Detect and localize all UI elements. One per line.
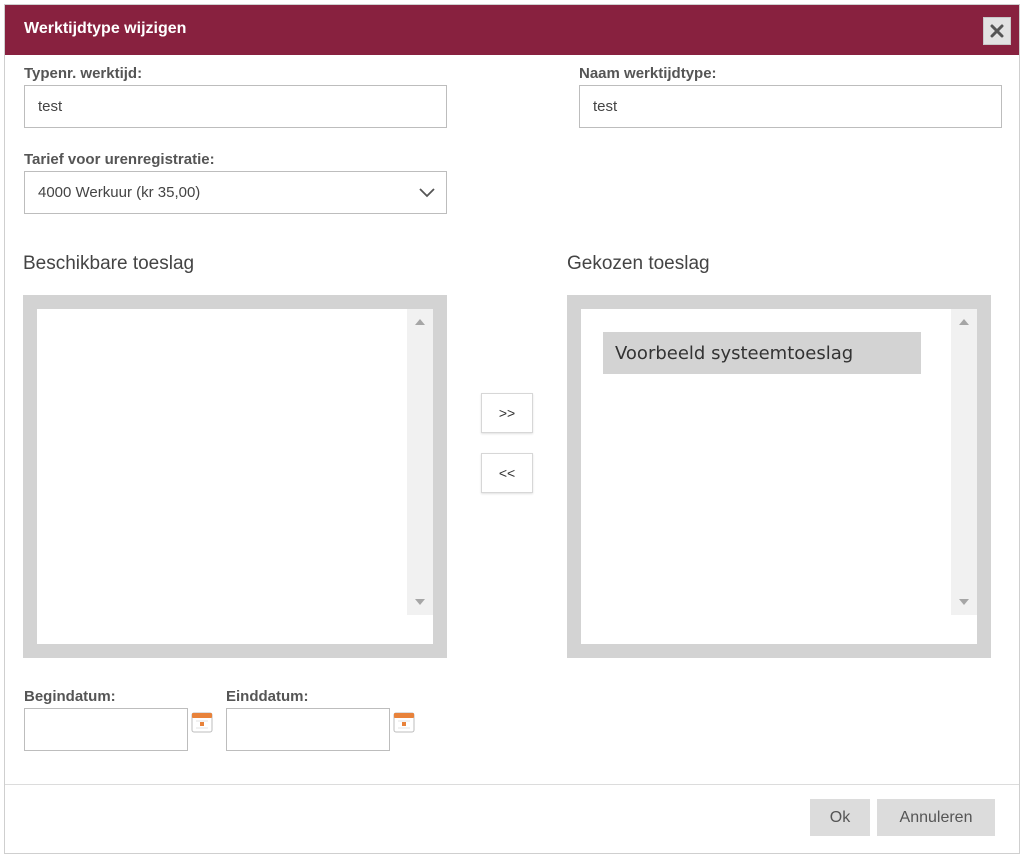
ok-button[interactable]: Ok: [810, 799, 870, 836]
chosen-list-scrollbar[interactable]: [951, 309, 977, 615]
available-title: Beschikbare toeslag: [23, 253, 195, 274]
tarief-select[interactable]: 4000 Werkuur (kr 35,00): [24, 171, 447, 214]
dialog-titlebar: Werktijdtype wijzigen: [5, 5, 1019, 55]
add-toeslag-button[interactable]: >>: [481, 393, 533, 433]
einddatum-label: Einddatum:: [226, 688, 309, 705]
footer-divider: [5, 784, 1019, 785]
einddatum-input[interactable]: [226, 708, 390, 751]
available-list-scrollbar[interactable]: [407, 309, 433, 615]
calendar-icon[interactable]: [191, 711, 213, 733]
close-icon: [990, 24, 1004, 38]
tarief-label: Tarief voor urenregistratie:: [24, 151, 215, 168]
naam-input[interactable]: [579, 85, 1002, 128]
scroll-down-icon[interactable]: [415, 599, 425, 605]
chosen-list-frame: Voorbeeld systeemtoeslag: [567, 295, 991, 658]
tarief-selected-value: 4000 Werkuur (kr 35,00): [38, 184, 201, 201]
scroll-up-icon[interactable]: [415, 319, 425, 325]
remove-toeslag-button[interactable]: <<: [481, 453, 533, 493]
typenr-input[interactable]: [24, 85, 447, 128]
list-item[interactable]: Voorbeeld systeemtoeslag: [603, 332, 921, 374]
available-list[interactable]: [37, 309, 433, 644]
dialog-werktijdtype: Werktijdtype wijzigen Typenr. werktijd: …: [4, 4, 1020, 854]
cancel-button[interactable]: Annuleren: [877, 799, 995, 836]
begindatum-input[interactable]: [24, 708, 188, 751]
available-list-frame: [23, 295, 447, 658]
dialog-title: Werktijdtype wijzigen: [24, 20, 187, 37]
chosen-title: Gekozen toeslag: [567, 253, 710, 274]
naam-label: Naam werktijdtype:: [579, 65, 717, 82]
scroll-down-icon[interactable]: [959, 599, 969, 605]
close-button[interactable]: [983, 17, 1011, 45]
chevron-down-icon: [419, 188, 435, 198]
calendar-icon[interactable]: [393, 711, 415, 733]
begindatum-label: Begindatum:: [24, 688, 116, 705]
chosen-list[interactable]: Voorbeeld systeemtoeslag: [581, 309, 977, 644]
typenr-label: Typenr. werktijd:: [24, 65, 143, 82]
scroll-up-icon[interactable]: [959, 319, 969, 325]
